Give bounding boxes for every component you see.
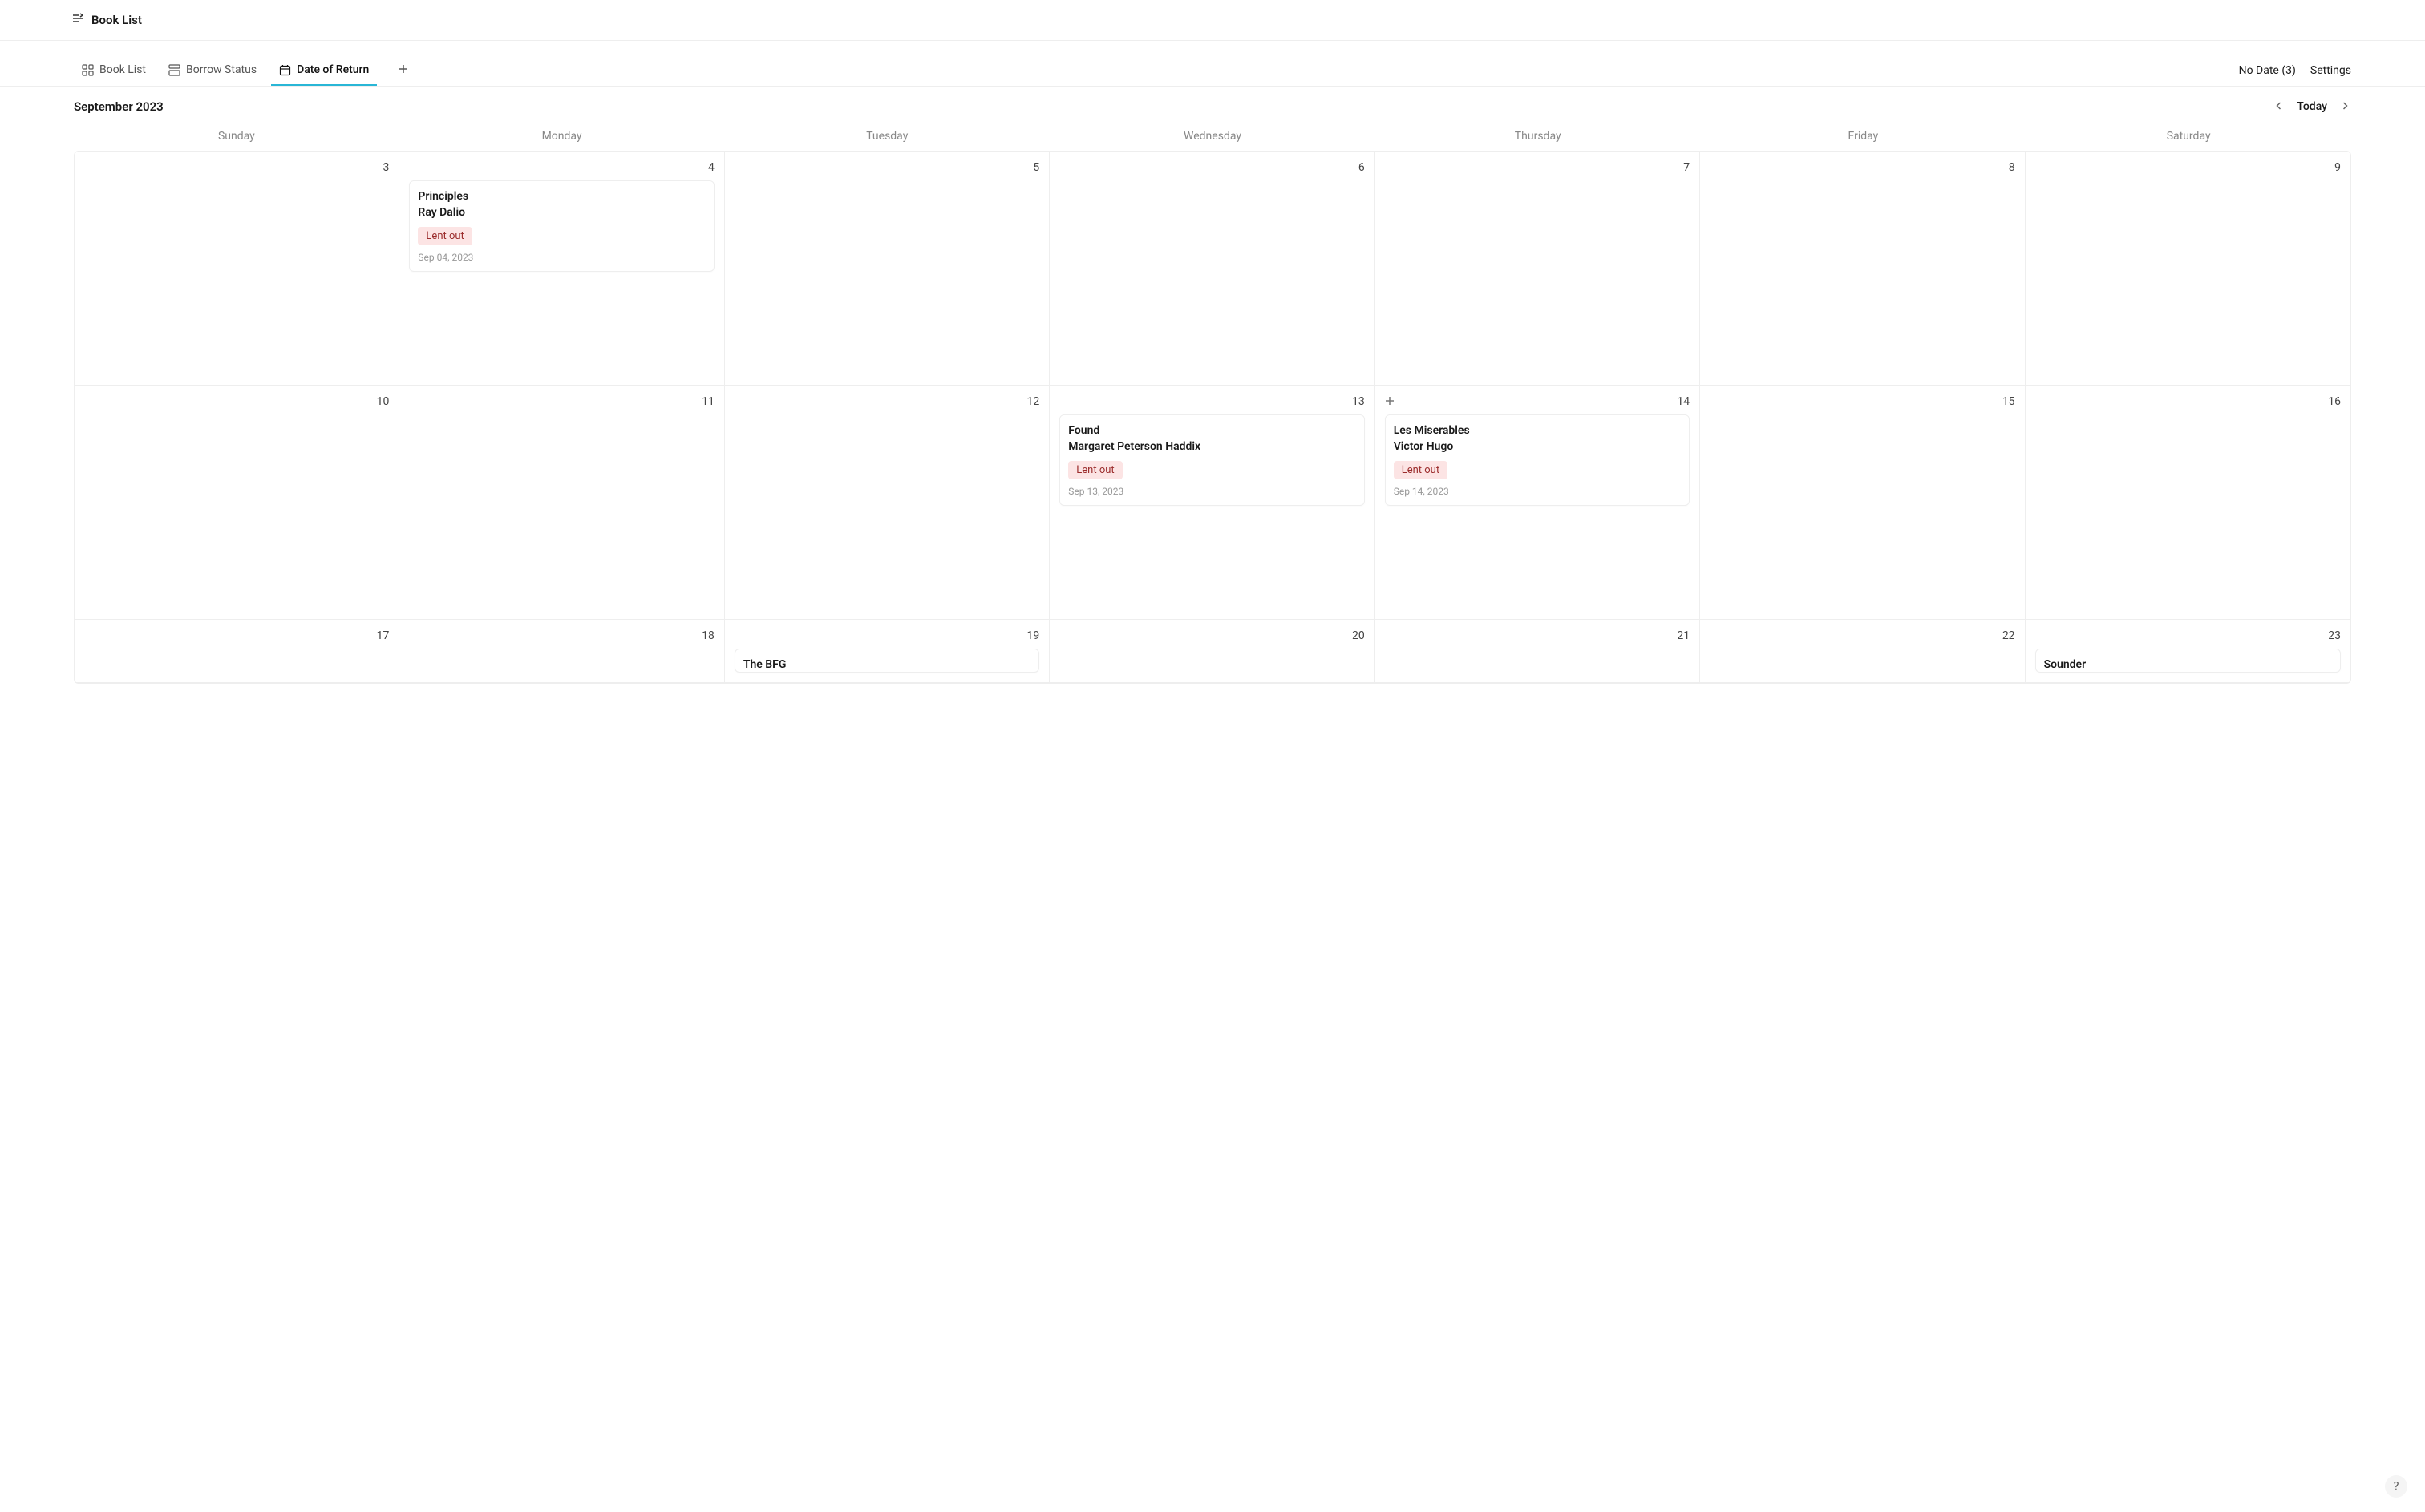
settings-button[interactable]: Settings	[2310, 64, 2351, 77]
nav-controls: Today	[2273, 100, 2351, 113]
day-number: 10	[84, 395, 389, 408]
board-icon	[168, 64, 180, 76]
calendar-icon	[279, 64, 291, 76]
day-cell[interactable]: 18	[399, 620, 724, 683]
event-date: Sep 04, 2023	[418, 252, 705, 263]
calendar-grid: 3 4 Principles Ray Dalio Lent out Sep 04…	[74, 151, 2351, 684]
event-title: Les Miserables	[1394, 423, 1681, 439]
day-cell[interactable]: 23 Sounder William H. Armstrong	[2026, 620, 2350, 683]
day-number: 3	[84, 161, 389, 174]
day-number: 16	[2035, 395, 2341, 408]
day-name: Saturday	[2026, 122, 2351, 151]
day-number: 22	[1710, 629, 2014, 642]
day-number: 11	[409, 395, 714, 408]
header: Book List	[0, 0, 2425, 41]
day-name: Wednesday	[1050, 122, 1375, 151]
event-author: Ray Dalio	[418, 205, 705, 221]
day-cell[interactable]: 7	[1375, 152, 1700, 386]
day-number: 23	[2035, 629, 2341, 642]
list-icon	[72, 13, 83, 27]
tab-borrow-status[interactable]: Borrow Status	[160, 55, 265, 86]
event-card[interactable]: Les Miserables Victor Hugo Lent out Sep …	[1385, 414, 1690, 506]
grid-icon	[82, 64, 94, 76]
day-number: 15	[1710, 395, 2014, 408]
status-badge: Lent out	[1068, 461, 1122, 479]
tab-date-of-return[interactable]: Date of Return	[271, 55, 377, 86]
day-name: Tuesday	[724, 122, 1050, 151]
tabs-bar: Book List Borrow Status Date of Return	[0, 55, 2425, 87]
tab-label: Book List	[99, 63, 146, 76]
page-title: Book List	[91, 13, 142, 27]
event-date: Sep 13, 2023	[1068, 486, 1355, 497]
tab-book-list[interactable]: Book List	[74, 55, 154, 86]
tab-label: Borrow Status	[186, 63, 257, 76]
event-author: Margaret Peterson Haddix	[1068, 439, 1355, 455]
add-view-button[interactable]	[391, 58, 416, 83]
status-badge: Lent out	[418, 227, 472, 245]
next-month-button[interactable]	[2338, 100, 2351, 113]
day-names-row: Sunday Monday Tuesday Wednesday Thursday…	[74, 122, 2351, 151]
day-name: Monday	[399, 122, 725, 151]
day-cell[interactable]: 8	[1700, 152, 2025, 386]
calendar: Sunday Monday Tuesday Wednesday Thursday…	[0, 122, 2425, 700]
day-number: 12	[735, 395, 1039, 408]
day-cell[interactable]: 9	[2026, 152, 2350, 386]
day-cell[interactable]: 17	[75, 620, 399, 683]
day-name: Friday	[1701, 122, 2026, 151]
day-number: 5	[735, 161, 1039, 174]
day-cell[interactable]: 3	[75, 152, 399, 386]
day-cell[interactable]: 5	[725, 152, 1050, 386]
tabs-right: No Date (3) Settings	[2239, 64, 2351, 77]
day-number: 17	[84, 629, 389, 642]
day-number: 18	[409, 629, 714, 642]
event-title: The BFG	[743, 657, 1030, 673]
day-number: 19	[735, 629, 1039, 642]
event-title: Found	[1068, 423, 1355, 439]
day-cell[interactable]: 14 Les Miserables Victor Hugo Lent out S…	[1375, 386, 1700, 620]
day-cell[interactable]: 16	[2026, 386, 2350, 620]
day-cell[interactable]: 10	[75, 386, 399, 620]
status-badge: Lent out	[1394, 461, 1447, 479]
help-button[interactable]: ?	[2385, 1475, 2407, 1498]
day-name: Thursday	[1375, 122, 1701, 151]
event-title: Sounder	[2044, 657, 2332, 673]
calendar-header: September 2023 Today	[0, 87, 2425, 122]
day-cell[interactable]: 4 Principles Ray Dalio Lent out Sep 04, …	[399, 152, 724, 386]
tab-label: Date of Return	[297, 63, 369, 76]
day-number: 13	[1059, 395, 1364, 408]
event-card[interactable]: Found Margaret Peterson Haddix Lent out …	[1059, 414, 1364, 506]
event-date: Sep 14, 2023	[1394, 486, 1681, 497]
day-cell[interactable]: 12	[725, 386, 1050, 620]
day-cell[interactable]: 21	[1375, 620, 1700, 683]
day-number: 6	[1059, 161, 1364, 174]
event-card[interactable]: Sounder William H. Armstrong	[2035, 649, 2341, 673]
tabs-left: Book List Borrow Status Date of Return	[74, 55, 416, 86]
day-number: 20	[1059, 629, 1364, 642]
event-title: Principles	[418, 189, 705, 205]
event-card[interactable]: The BFG Roald Dahl	[735, 649, 1039, 673]
day-cell[interactable]: 11	[399, 386, 724, 620]
day-name: Sunday	[74, 122, 399, 151]
day-cell[interactable]: 15	[1700, 386, 2025, 620]
day-cell[interactable]: 13 Found Margaret Peterson Haddix Lent o…	[1050, 386, 1374, 620]
prev-month-button[interactable]	[2273, 100, 2285, 113]
day-cell[interactable]: 6	[1050, 152, 1374, 386]
today-button[interactable]: Today	[2297, 100, 2327, 113]
no-date-button[interactable]: No Date (3)	[2239, 64, 2296, 77]
day-number: 4	[409, 161, 714, 174]
day-cell[interactable]: 20	[1050, 620, 1374, 683]
month-label: September 2023	[74, 99, 164, 114]
day-cell[interactable]: 22	[1700, 620, 2025, 683]
add-event-button[interactable]	[1385, 395, 1395, 408]
day-number: 9	[2035, 161, 2341, 174]
event-card[interactable]: Principles Ray Dalio Lent out Sep 04, 20…	[409, 180, 714, 272]
event-author: Victor Hugo	[1394, 439, 1681, 455]
day-number: 8	[1710, 161, 2014, 174]
day-number: 21	[1385, 629, 1690, 642]
day-number: 14	[1385, 395, 1690, 408]
day-number: 7	[1385, 161, 1690, 174]
day-cell[interactable]: 19 The BFG Roald Dahl	[725, 620, 1050, 683]
